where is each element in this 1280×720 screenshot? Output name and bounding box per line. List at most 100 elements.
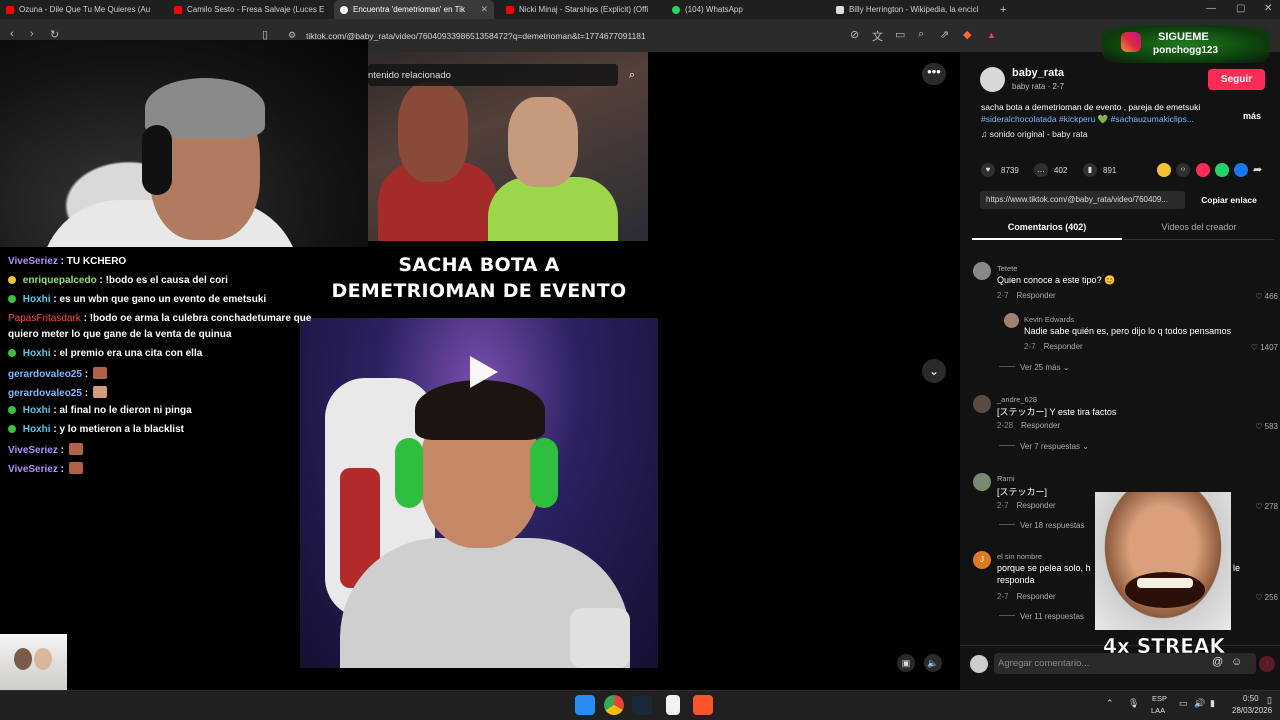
comment-text-cont: responda — [997, 575, 1035, 585]
send-icon[interactable]: ↑ — [1259, 656, 1275, 672]
tab-whatsapp[interactable]: (104) WhatsApp — [666, 0, 826, 19]
hashtags[interactable]: #sideralchocolatada #kickperu 💚 #sachauz… — [981, 114, 1194, 124]
headphones-icon — [142, 125, 172, 195]
tab-wikipedia[interactable]: Billy Herrington - Wikipedia, la encicl — [830, 0, 990, 19]
separator: : — [60, 464, 64, 475]
chrome-icon[interactable] — [604, 695, 624, 715]
chat-message-cont: quiero meter lo que gane de la venta de … — [8, 329, 231, 340]
comment-likes[interactable]: ♡ 466 — [1238, 292, 1278, 301]
volume-icon[interactable]: 🔈 — [924, 654, 942, 672]
comment-date: 2-7 — [997, 592, 1009, 601]
reply-button[interactable]: Responder — [1017, 592, 1056, 601]
steam-icon[interactable] — [632, 695, 652, 715]
comment-meta: 2-7 Responder — [997, 592, 1056, 601]
avatar[interactable] — [980, 67, 1005, 92]
close-window-icon[interactable]: ✕ — [1264, 3, 1272, 14]
author-name[interactable]: baby_rata — [1012, 67, 1064, 79]
picture-in-picture-icon[interactable]: ▣ — [897, 654, 915, 672]
block-icon[interactable]: ⊘ — [850, 28, 859, 41]
send-to-friends-icon[interactable] — [1196, 163, 1210, 177]
play-icon[interactable] — [462, 352, 502, 392]
sound-link[interactable]: ♫ sonido original - baby rata — [981, 129, 1088, 139]
comment-username[interactable]: Rami — [997, 474, 1015, 483]
language-label[interactable]: ESP — [1152, 694, 1167, 703]
comment-username[interactable]: el sin nombre — [997, 552, 1042, 561]
new-tab-button[interactable]: + — [994, 0, 1014, 19]
more-options-button[interactable]: ••• — [922, 63, 946, 85]
volume-icon[interactable]: 🔊 — [1194, 698, 1205, 709]
clock-date[interactable]: 28/03/2026 — [1232, 706, 1272, 715]
save-button[interactable]: ▮ 891 — [1083, 163, 1116, 177]
more-button[interactable]: más — [1243, 111, 1261, 121]
battery-icon[interactable]: ▮ — [1210, 698, 1215, 709]
brave-shield-icon[interactable]: ◆ — [963, 28, 971, 41]
coin-icon[interactable] — [1157, 163, 1171, 177]
view-more-replies[interactable]: Ver 11 respuestas — [999, 612, 1084, 621]
file-icon[interactable] — [666, 695, 680, 715]
view-more-replies[interactable]: Ver 7 respuestas ⌄ — [999, 442, 1089, 451]
embed-icon[interactable]: ‹› — [1176, 163, 1190, 177]
keyboard-layout-label[interactable]: LAA — [1151, 706, 1165, 715]
avatar[interactable]: J — [973, 551, 991, 569]
share-arrow-icon[interactable]: ➦ — [1253, 163, 1267, 177]
follow-button[interactable]: Seguir — [1208, 69, 1265, 90]
badge-icon — [8, 295, 16, 303]
microphone-icon[interactable]: 🎙 — [1128, 698, 1139, 709]
brave-icon[interactable] — [693, 695, 713, 715]
screen-icon[interactable]: ▭ — [895, 28, 905, 41]
tab-label: Ozuna - Dile Que Tu Me Quieres (Au — [19, 5, 151, 14]
comment-likes[interactable]: ♡ 256 — [1238, 593, 1278, 602]
tab-ozuna[interactable]: Ozuna - Dile Que Tu Me Quieres (Au — [0, 0, 163, 19]
tab-camilo[interactable]: Camilo Sesto - Fresa Salvaje (Luces E — [168, 0, 331, 19]
comment-text: Quien conoce a este tipo? 😊 — [997, 275, 1116, 285]
comment-likes[interactable]: ♡ 1407 — [1238, 343, 1278, 352]
comment-username[interactable]: _andre_628 — [997, 395, 1037, 404]
avatar[interactable] — [973, 262, 991, 280]
windows-start-icon[interactable] — [575, 695, 595, 715]
tab-tiktok[interactable]: Encuentra 'demetrioman' en Tik ✕ — [334, 0, 494, 19]
video-link-field[interactable]: https://www.tiktok.com/@baby_rata/video/… — [980, 191, 1185, 209]
copy-link-button[interactable]: Copiar enlace — [1193, 191, 1265, 209]
minimize-icon[interactable]: — — [1206, 3, 1216, 14]
comment-meta: 2-7 Responder — [1024, 342, 1083, 351]
reply-button[interactable]: Responder — [1044, 342, 1083, 351]
chat-message: gerardovaleo25 : — [8, 367, 107, 380]
comment-likes[interactable]: ♡ 583 — [1238, 422, 1278, 431]
emoji-icon[interactable]: ☺ — [1231, 656, 1242, 668]
notification-icon[interactable]: ▯ — [1267, 695, 1272, 706]
chevron-up-icon[interactable]: ⌃ — [1106, 698, 1114, 709]
brave-rewards-icon[interactable]: ▲ — [987, 30, 996, 40]
emote-icon — [68, 443, 83, 455]
reply-button[interactable]: Responder — [1017, 501, 1056, 510]
tab-creator-videos[interactable]: Videos del creador — [1124, 218, 1274, 240]
clock-time[interactable]: 0:50 — [1243, 694, 1259, 703]
view-more-replies[interactable]: Ver 25 más ⌄ — [999, 363, 1069, 372]
view-more-replies[interactable]: Ver 18 respuestas — [999, 521, 1084, 530]
comment-likes[interactable]: ♡ 278 — [1238, 502, 1278, 511]
comment-button[interactable]: … 402 — [1034, 163, 1067, 177]
tab-comments[interactable]: Comentarios (402) — [972, 218, 1122, 240]
translate-icon[interactable]: 文 — [872, 28, 883, 44]
back-icon[interactable]: ‹ — [10, 28, 14, 40]
close-tab-icon[interactable]: ✕ — [480, 4, 488, 15]
avatar[interactable] — [973, 395, 991, 413]
tab-nicki[interactable]: Nicki Minaj - Starships (Explicit) (Offi — [500, 0, 663, 19]
facebook-icon[interactable] — [1234, 163, 1248, 177]
whatsapp-icon[interactable] — [1215, 163, 1229, 177]
search-icon[interactable]: ⌕ — [620, 64, 644, 86]
avatar[interactable] — [1004, 313, 1019, 328]
forward-icon[interactable]: › — [30, 28, 34, 40]
related-search-input[interactable]: ntenido relacionado — [368, 64, 618, 86]
comment-username[interactable]: Kevin Edwards — [1024, 315, 1074, 324]
chevron-down-icon[interactable]: ⌄ — [922, 359, 946, 383]
like-button[interactable]: ♥ 8739 — [981, 163, 1019, 177]
streak-label: 4x STREAK — [1103, 634, 1225, 659]
network-icon[interactable]: ▭ — [1179, 698, 1188, 709]
avatar[interactable] — [973, 473, 991, 491]
share-icon[interactable]: ⇗ — [940, 28, 949, 41]
comment-username[interactable]: Tetete — [997, 264, 1017, 273]
zoom-icon[interactable]: ⌕ — [918, 28, 924, 41]
maximize-icon[interactable]: ▢ — [1236, 3, 1245, 14]
reply-button[interactable]: Responder — [1017, 291, 1056, 300]
reply-button[interactable]: Responder — [1021, 421, 1060, 430]
